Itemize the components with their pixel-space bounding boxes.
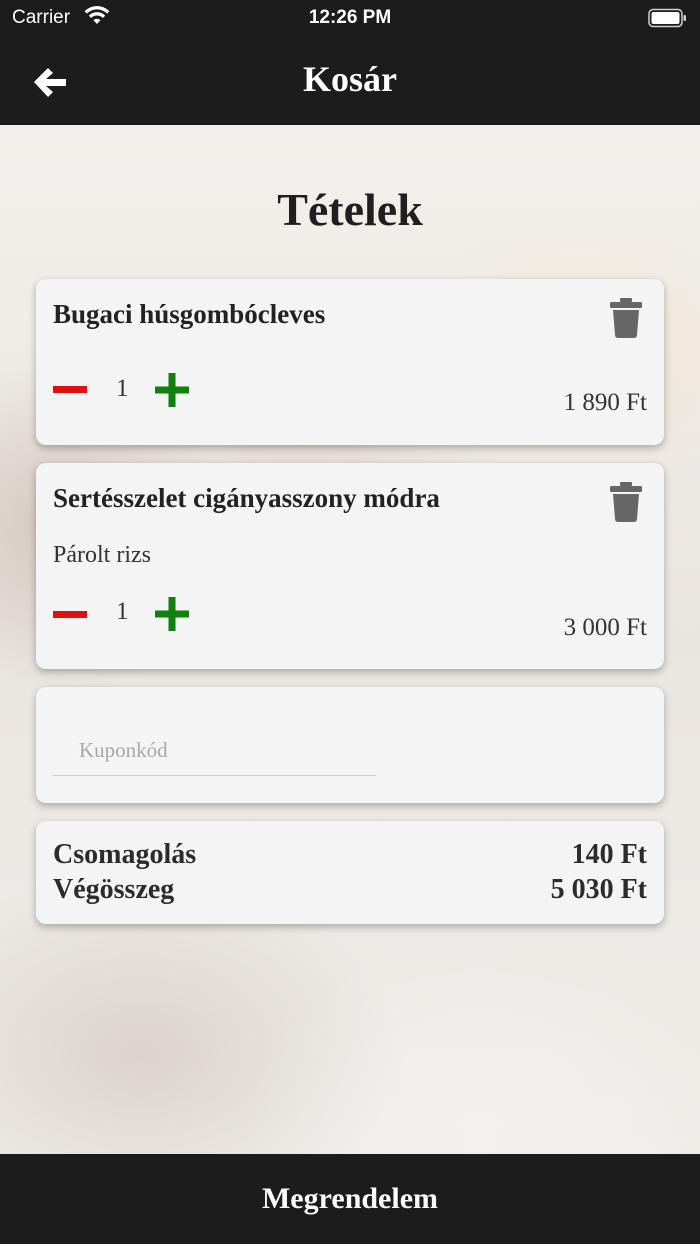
item-price: 1 890 Ft xyxy=(563,389,647,416)
total-label: Végösszeg xyxy=(53,874,175,905)
packaging-value: 140 Ft xyxy=(571,839,647,870)
trash-icon[interactable] xyxy=(610,298,642,338)
decrease-quantity-button[interactable] xyxy=(53,375,89,405)
quantity-value: 1 xyxy=(116,375,129,402)
cart-item: Bugaci húsgombócleves 1 1 890 Ft xyxy=(36,279,664,445)
status-bar: Carrier 12:26 PM xyxy=(0,0,700,36)
order-button[interactable]: Megrendelem xyxy=(0,1154,700,1244)
packaging-label: Csomagolás xyxy=(53,839,197,870)
increase-quantity-button[interactable] xyxy=(154,372,190,408)
increase-quantity-button[interactable] xyxy=(154,596,190,632)
summary-card: Csomagolás 140 Ft Végösszeg 5 030 Ft xyxy=(36,821,664,924)
section-title: Tételek xyxy=(277,184,423,235)
coupon-code-input[interactable] xyxy=(53,725,376,776)
item-price: 3 000 Ft xyxy=(563,614,647,641)
total-value: 5 030 Ft xyxy=(550,874,647,905)
page-title: Kosár xyxy=(303,59,397,99)
cart-item: Sertésszelet cigányasszony módra Párolt … xyxy=(36,463,664,669)
quantity-value: 1 xyxy=(116,598,129,625)
nav-bar: Kosár xyxy=(0,36,700,125)
decrease-quantity-button[interactable] xyxy=(53,600,89,630)
item-name: Bugaci húsgombócleves xyxy=(53,299,326,329)
item-option: Párolt rizs xyxy=(53,542,151,568)
item-name: Sertésszelet cigányasszony módra xyxy=(53,483,440,513)
coupon-card xyxy=(36,687,664,803)
battery-icon xyxy=(648,8,688,34)
trash-icon[interactable] xyxy=(610,482,642,522)
clock-time: 12:26 PM xyxy=(308,7,392,28)
